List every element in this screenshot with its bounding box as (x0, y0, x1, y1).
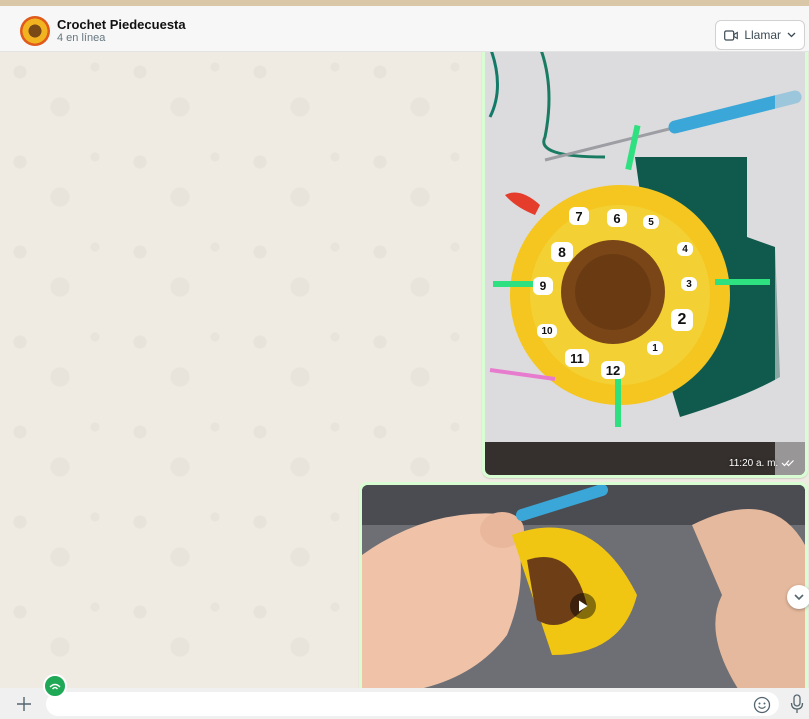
petal-number: 1 (647, 341, 663, 355)
petal-number: 5 (643, 215, 659, 229)
call-button[interactable]: Llamar (715, 20, 805, 50)
petal-number: 8 (551, 242, 573, 262)
video-message[interactable] (359, 482, 808, 688)
sunflower-photo (485, 52, 805, 475)
video-camera-icon (724, 29, 739, 41)
chat-title[interactable]: Crochet Piedecuesta (57, 17, 186, 32)
petal-number: 7 (569, 207, 589, 225)
play-icon (579, 600, 588, 612)
message-list[interactable]: 7 6 5 8 4 9 3 2 10 1 11 12 11:20 a. m. (0, 52, 809, 688)
video-thumbnail (362, 485, 805, 688)
emoji-button[interactable] (753, 696, 771, 714)
chat-status: 4 en línea (57, 32, 106, 44)
message-input[interactable] (46, 692, 779, 716)
voice-message-button[interactable] (790, 694, 804, 714)
chevron-down-icon (794, 593, 804, 600)
group-avatar[interactable] (20, 16, 50, 46)
plus-icon (17, 697, 31, 711)
scroll-to-bottom-button[interactable] (787, 585, 809, 609)
timestamp-text: 11:20 a. m. (728, 458, 779, 469)
petal-number: 12 (601, 361, 625, 379)
microphone-icon (790, 694, 804, 713)
sticker-button[interactable] (43, 674, 67, 698)
message-timestamp: 11:20 a. m. (729, 458, 795, 469)
petal-number: 6 (607, 209, 627, 227)
call-button-label: Llamar (744, 28, 781, 42)
petal-number: 9 (533, 277, 553, 295)
image-message[interactable]: 7 6 5 8 4 9 3 2 10 1 11 12 11:20 a. m. (482, 52, 808, 478)
attach-button[interactable] (14, 694, 34, 714)
petal-number: 2 (671, 309, 693, 331)
message-composer (0, 688, 809, 719)
petal-number: 3 (681, 277, 697, 291)
double-check-icon (781, 460, 794, 467)
chevron-down-icon (787, 32, 796, 38)
petal-number: 10 (537, 324, 557, 338)
petal-number: 4 (677, 242, 693, 256)
petal-number: 11 (565, 349, 589, 367)
chat-header: Crochet Piedecuesta 4 en línea Llamar (0, 6, 809, 52)
message-image[interactable]: 7 6 5 8 4 9 3 2 10 1 11 12 11:20 a. m. (485, 52, 805, 475)
sticker-icon (49, 683, 61, 690)
emoji-icon (753, 696, 771, 714)
message-video[interactable] (362, 485, 805, 688)
play-button[interactable] (570, 593, 596, 619)
